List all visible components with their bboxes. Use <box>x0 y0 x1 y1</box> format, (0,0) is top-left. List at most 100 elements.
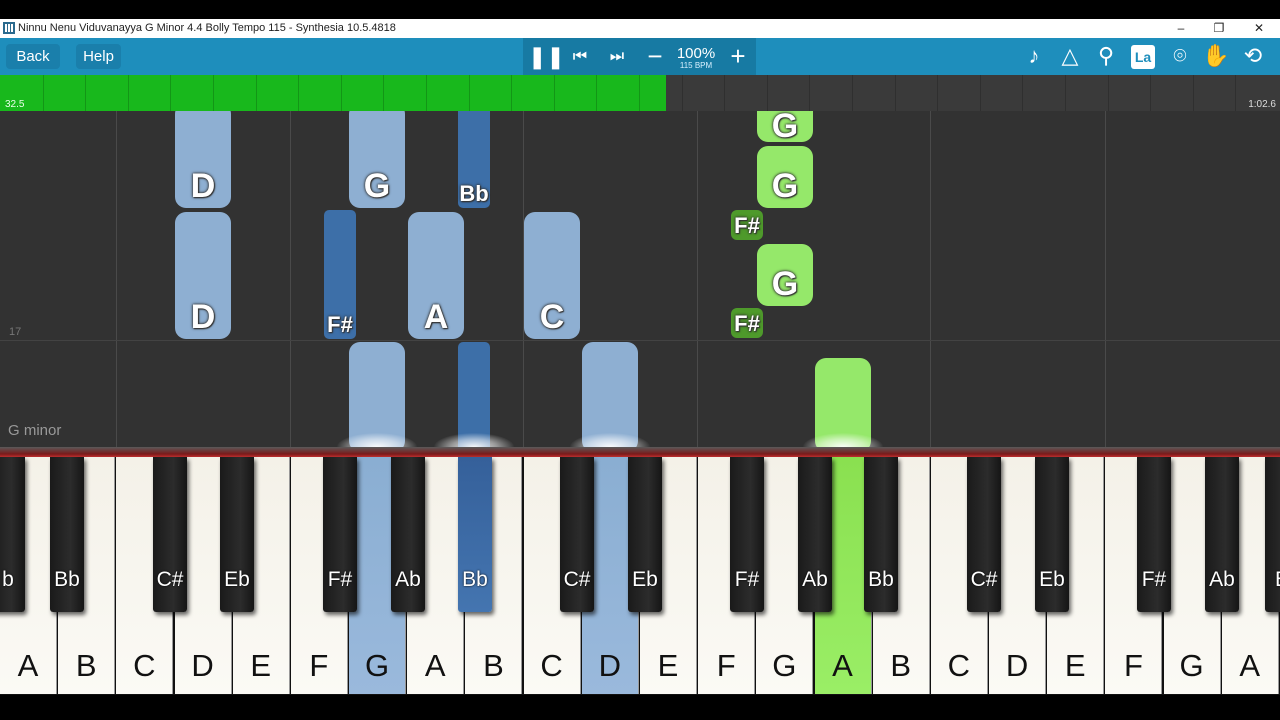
white-key-label: C <box>133 648 156 683</box>
progress-tick <box>1150 75 1152 111</box>
progress-tick <box>1192 75 1194 111</box>
falling-note <box>582 342 638 447</box>
pause-icon[interactable]: ❚❚ <box>528 46 565 68</box>
note-label: A <box>423 298 449 336</box>
black-key[interactable]: F# <box>1137 457 1171 612</box>
note-label: F# <box>734 311 760 336</box>
black-key-label: Eb <box>224 568 250 591</box>
black-key[interactable]: Bb <box>864 457 898 612</box>
white-key-label: B <box>483 648 504 683</box>
help-button[interactable]: Help <box>76 44 121 69</box>
black-key-label: Bb <box>462 568 488 591</box>
black-key[interactable]: Ab <box>1205 457 1239 612</box>
plus-icon[interactable]: + <box>724 43 752 69</box>
synthesia-window: Ninnu Nenu Viduvanayya G Minor 4.4 Bolly… <box>0 0 1280 720</box>
white-key-label: G <box>772 648 797 683</box>
progress-tick <box>596 75 598 111</box>
progress-tick <box>511 75 513 111</box>
metronome-icon[interactable]: △ <box>1056 45 1084 67</box>
white-key-label: A <box>424 648 446 683</box>
note-label: G <box>771 167 799 205</box>
black-key[interactable]: Ab <box>798 457 832 612</box>
skip-back-icon[interactable]: ⏮ <box>566 46 594 68</box>
note-label: G <box>771 111 799 145</box>
progress-tick <box>340 75 342 111</box>
falling-note <box>458 342 490 447</box>
location-pin-icon[interactable]: ⌾ <box>1166 45 1194 67</box>
progress-tick <box>42 75 44 111</box>
white-key-label: A <box>17 648 39 683</box>
black-key-label: Eb <box>1039 568 1065 591</box>
falling-note: G <box>757 111 813 145</box>
minus-icon[interactable]: − <box>641 43 669 69</box>
black-key[interactable]: Bb <box>458 457 492 612</box>
progress-tick <box>809 75 811 111</box>
black-key[interactable]: Eb <box>220 457 254 612</box>
restore-button[interactable]: ❐ <box>1200 19 1238 38</box>
black-key[interactable]: Ab <box>391 457 425 612</box>
progress-tick <box>979 75 981 111</box>
falling-note: G <box>349 111 405 208</box>
falling-note: F# <box>731 210 763 240</box>
keyboard-rail <box>0 447 1280 457</box>
song-progress-fill <box>0 75 666 111</box>
note-icon[interactable]: ♪ <box>1020 45 1048 67</box>
black-key[interactable]: Eb <box>628 457 662 612</box>
loop-icon[interactable]: ⟲ <box>1239 45 1267 67</box>
zoom-level: 100% <box>676 45 716 62</box>
close-button[interactable]: ✕ <box>1240 19 1278 38</box>
black-key[interactable]: C# <box>560 457 594 612</box>
progress-tick <box>937 75 939 111</box>
black-key[interactable]: Bb <box>50 457 84 612</box>
note-label: F# <box>327 312 353 337</box>
help-button-label: Help <box>83 48 114 65</box>
falling-note: C <box>524 212 580 339</box>
tempo-readout: 115 BPM <box>679 61 713 70</box>
black-key[interactable]: E <box>1265 457 1280 612</box>
white-key-label: B <box>890 648 912 683</box>
falling-note: G <box>757 244 813 306</box>
black-key[interactable]: b <box>0 457 25 612</box>
black-key[interactable]: C# <box>153 457 187 612</box>
black-key-label: Ab <box>802 568 828 591</box>
total-time: 1:02.6 <box>1248 99 1276 110</box>
back-button[interactable]: Back <box>6 44 60 69</box>
magnifier-icon[interactable]: ⚲ <box>1092 45 1120 67</box>
black-key-label: F# <box>734 568 760 591</box>
black-key-label: E <box>1259 568 1280 592</box>
black-key-label: Eb <box>632 568 658 591</box>
skip-forward-icon[interactable]: ⏭ <box>603 46 631 68</box>
black-key-label: Bb <box>54 568 80 591</box>
measure-number: 17 <box>9 326 22 338</box>
progress-tick <box>639 75 640 111</box>
black-key[interactable]: F# <box>730 457 764 612</box>
note-label: D <box>190 298 216 336</box>
bottom-edge <box>0 695 1280 720</box>
progress-tick <box>1235 75 1237 111</box>
note-field: 17 G minor D D G G Bb F# A C G G F# G F# <box>0 111 1280 447</box>
note-label: F# <box>734 213 760 238</box>
black-key-label: C# <box>563 568 591 591</box>
note-label: D <box>190 167 216 205</box>
white-key-label: B <box>75 648 97 683</box>
white-key-label: F <box>716 648 736 683</box>
label-icon[interactable]: La <box>1131 45 1155 69</box>
falling-note: G <box>757 146 813 208</box>
black-key[interactable]: C# <box>967 457 1001 612</box>
key-signature: G minor <box>8 422 62 439</box>
progress-tick <box>255 75 257 111</box>
progress-tick <box>1065 75 1066 111</box>
white-key-label: G <box>365 648 390 683</box>
minimize-button[interactable]: – <box>1162 19 1200 38</box>
label-mode-text: La <box>1134 49 1152 65</box>
black-key-label: Bb <box>868 568 894 591</box>
white-key-label: A <box>1239 648 1261 683</box>
progress-tick <box>298 75 300 111</box>
black-key-label: b <box>2 568 14 591</box>
black-key[interactable]: F# <box>323 457 357 612</box>
white-key-label: D <box>191 648 214 683</box>
progress-tick <box>213 75 214 111</box>
black-key[interactable]: Eb <box>1035 457 1069 612</box>
back-button-label: Back <box>16 48 50 65</box>
hand-icon[interactable]: ✋ <box>1202 45 1230 67</box>
